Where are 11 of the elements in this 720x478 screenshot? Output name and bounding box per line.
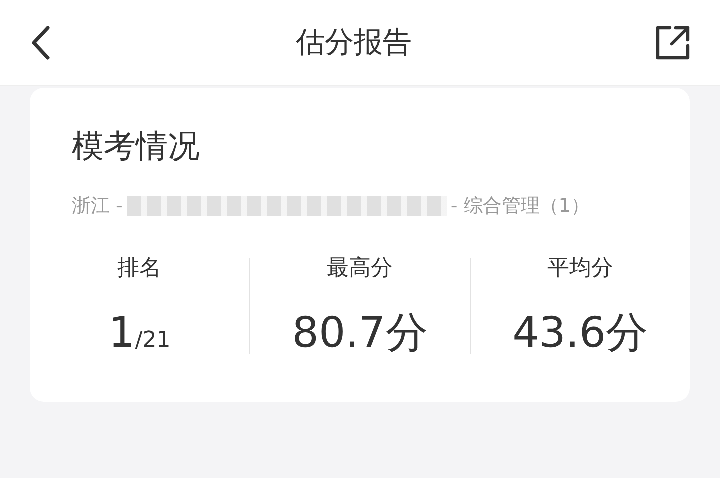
subtitle-text: - 综合管理（1） <box>450 196 590 216</box>
stat-value: 43.6分 <box>512 312 648 354</box>
page-title: 估分报告 <box>296 24 412 61</box>
stat-label: 最高分 <box>326 258 393 280</box>
stat-value: 80.7分 <box>292 312 428 354</box>
stat-label: 排名 <box>118 258 162 280</box>
subtitle-text: 浙江 - <box>72 196 123 216</box>
card-title: 模考情况 <box>72 130 201 162</box>
share-icon[interactable] <box>654 24 692 62</box>
stat-value: 1/21 <box>108 312 171 354</box>
stat-label: 平均分 <box>547 258 614 280</box>
